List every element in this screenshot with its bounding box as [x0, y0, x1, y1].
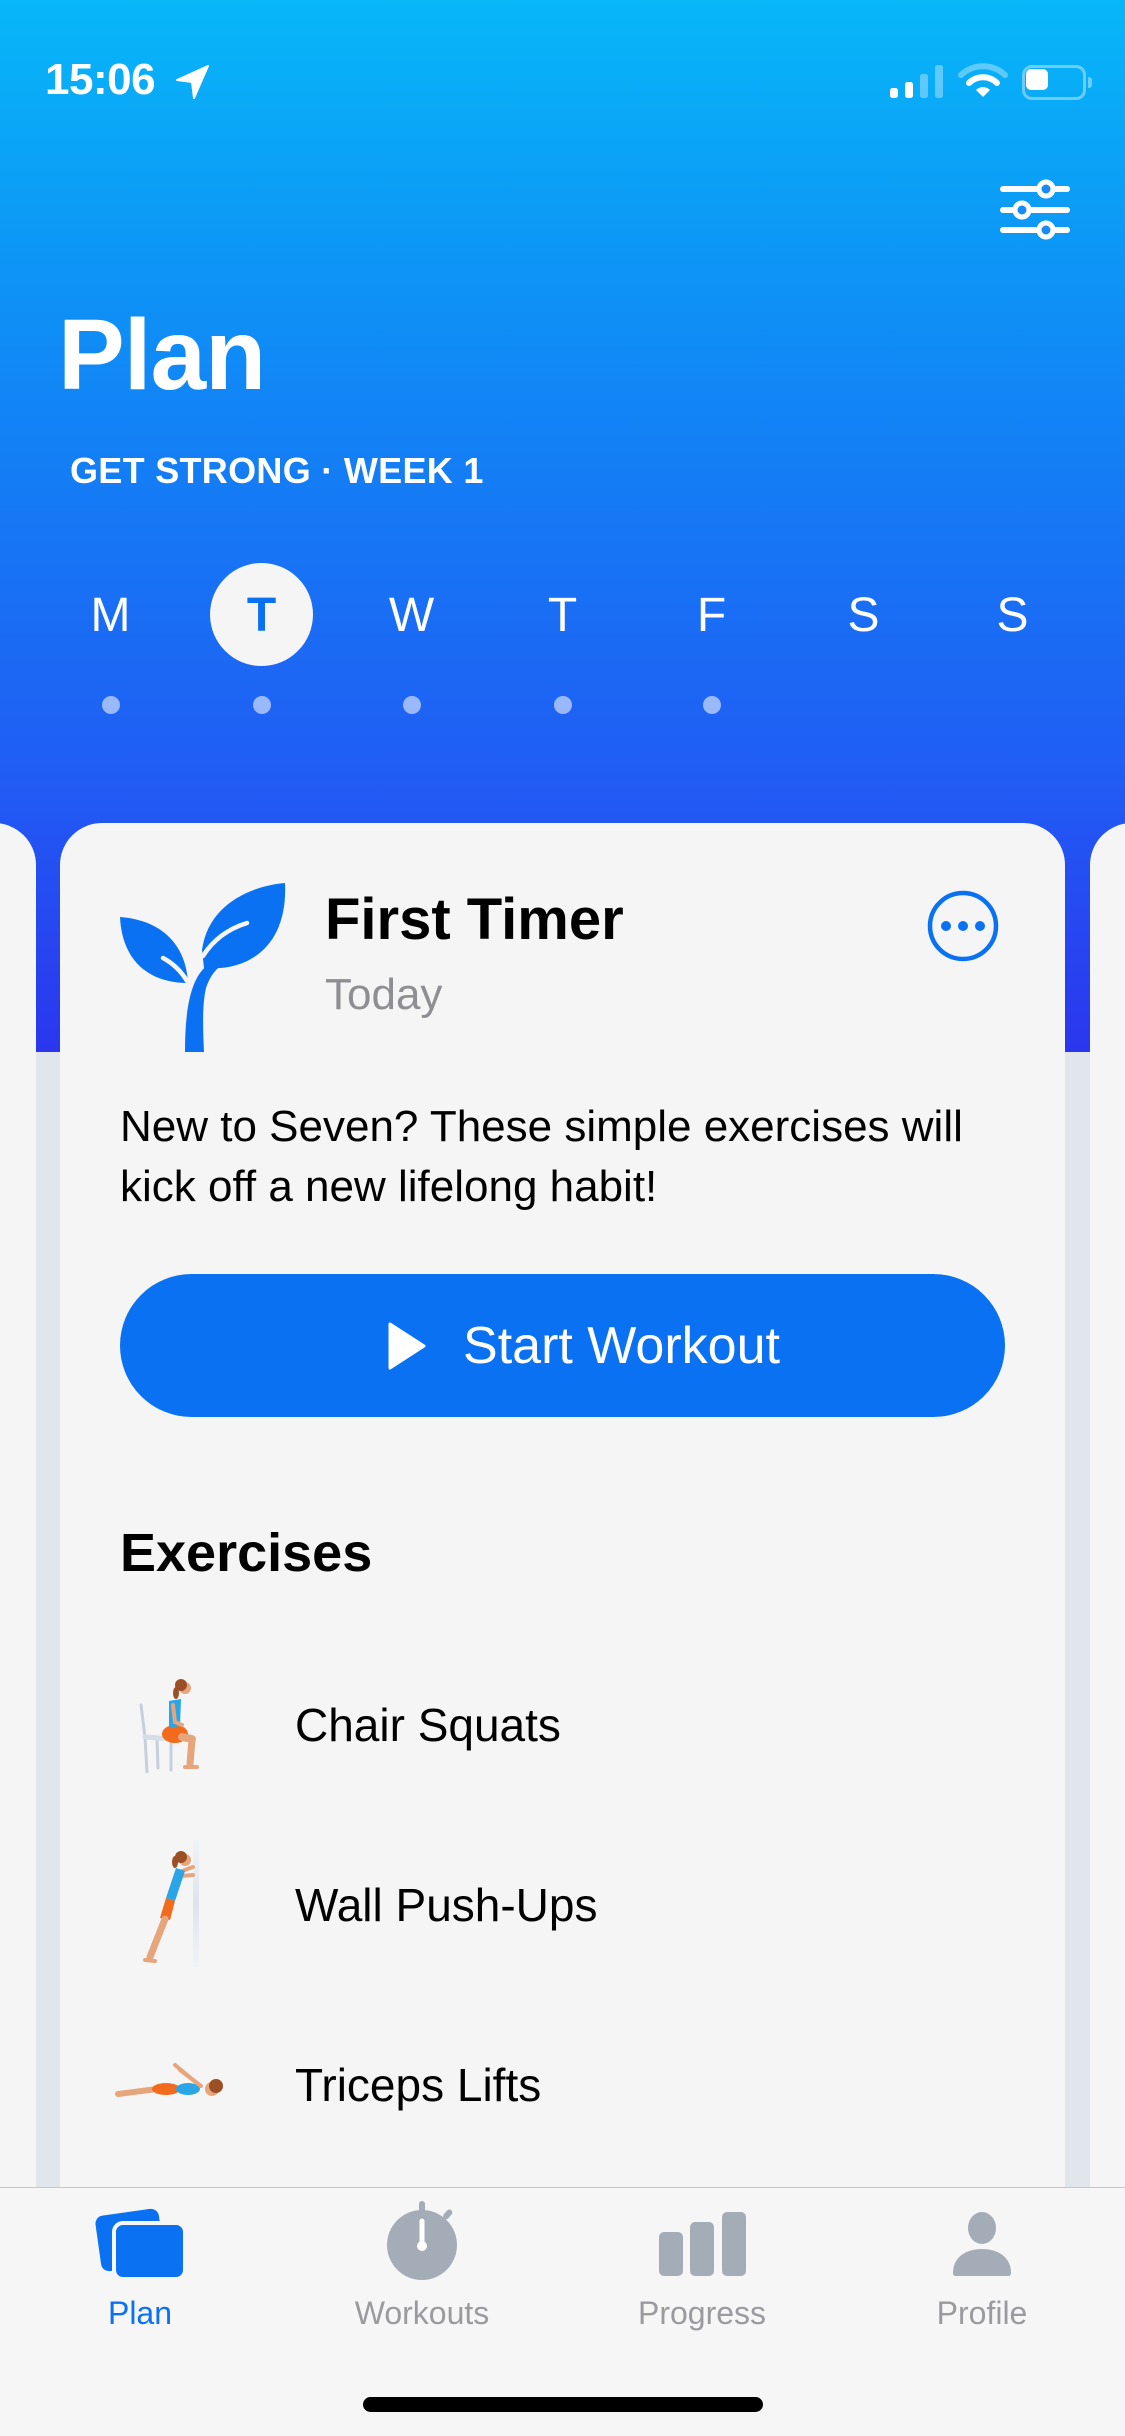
workout-dot [102, 696, 120, 714]
exercise-name: Wall Push-Ups [295, 1879, 598, 1931]
cards-icon [95, 2208, 187, 2281]
day-saturday[interactable]: S [812, 563, 915, 666]
day-label: T [246, 589, 277, 642]
tab-profile[interactable]: Profile [882, 2188, 1082, 2338]
stopwatch-icon [387, 2201, 457, 2280]
filter-settings-button[interactable] [995, 175, 1075, 245]
day-thursday[interactable]: T [511, 563, 614, 666]
sprout-icon [120, 883, 286, 1052]
workout-description: New to Seven? These simple exercises wil… [120, 1102, 963, 1211]
status-time: 15:06 [45, 55, 156, 104]
tab-workouts[interactable]: Workouts [322, 2188, 522, 2338]
tab-progress[interactable]: Progress [602, 2188, 802, 2338]
tab-label: Profile [936, 2295, 1028, 2331]
day-label: F [696, 589, 727, 642]
day-friday[interactable]: F [660, 563, 763, 666]
signal-bar [890, 88, 898, 98]
location-arrow-icon [176, 65, 209, 99]
cellular-signal-icon [890, 65, 946, 98]
wall-push-up-figure [143, 1840, 199, 1967]
signal-bar [905, 82, 913, 98]
workout-title: First Timer [325, 887, 624, 952]
battery-level-fill [1026, 69, 1048, 90]
person-icon [953, 2212, 1011, 2276]
day-label: M [90, 589, 131, 642]
signal-bar [920, 74, 928, 98]
workout-dot [403, 696, 421, 714]
workout-dot [253, 696, 271, 714]
triceps-lift-figure [115, 2063, 223, 2097]
day-sunday[interactable]: S [961, 563, 1064, 666]
tab-label: Workouts [354, 2295, 490, 2331]
battery-icon [1022, 65, 1092, 100]
workout-dot [554, 696, 572, 714]
day-wednesday[interactable]: W [360, 563, 463, 666]
bar-chart-icon [659, 2212, 746, 2276]
exercise-name: Chair Squats [295, 1699, 561, 1751]
day-label: W [388, 589, 435, 642]
battery-cap [1088, 77, 1092, 88]
workout-dot [703, 696, 721, 714]
exercise-row-chair-squats[interactable]: Chair Squats [100, 1633, 1025, 1803]
tab-label: Progress [637, 2295, 767, 2331]
exercise-name: Triceps Lifts [295, 2059, 542, 2111]
day-label: S [847, 589, 880, 642]
day-label: S [996, 589, 1029, 642]
signal-bar [935, 65, 943, 98]
tab-label: Plan [107, 2295, 173, 2331]
day-label: T [547, 589, 578, 642]
more-options-button[interactable] [927, 890, 999, 962]
home-indicator[interactable] [363, 2397, 763, 2412]
tab-plan[interactable]: Plan [40, 2188, 240, 2338]
day-monday[interactable]: M [59, 563, 162, 666]
play-icon [388, 1322, 426, 1369]
sliders-icon [1000, 179, 1070, 240]
plan-week-subtitle: GET STRONG · WEEK 1 [70, 450, 484, 491]
exercise-row-wall-push-ups[interactable]: Wall Push-Ups [100, 1813, 1025, 1983]
chair-squat-figure [139, 1679, 199, 1773]
exercise-row-triceps-lifts[interactable]: Triceps Lifts [100, 1993, 1025, 2163]
wifi-icon [958, 63, 1008, 97]
plan-screen: 15:06 Plan GET STRONG · WEEK 1 M T W T F… [0, 0, 1125, 2436]
day-tuesday[interactable]: T [210, 563, 313, 666]
start-workout-label: Start Workout [463, 1316, 780, 1375]
page-title: Plan [58, 299, 266, 411]
ellipsis-circle-icon [927, 890, 999, 962]
workout-date: Today [325, 970, 443, 1019]
exercises-heading: Exercises [120, 1523, 373, 1583]
start-workout-button[interactable]: Start Workout [120, 1274, 1005, 1417]
